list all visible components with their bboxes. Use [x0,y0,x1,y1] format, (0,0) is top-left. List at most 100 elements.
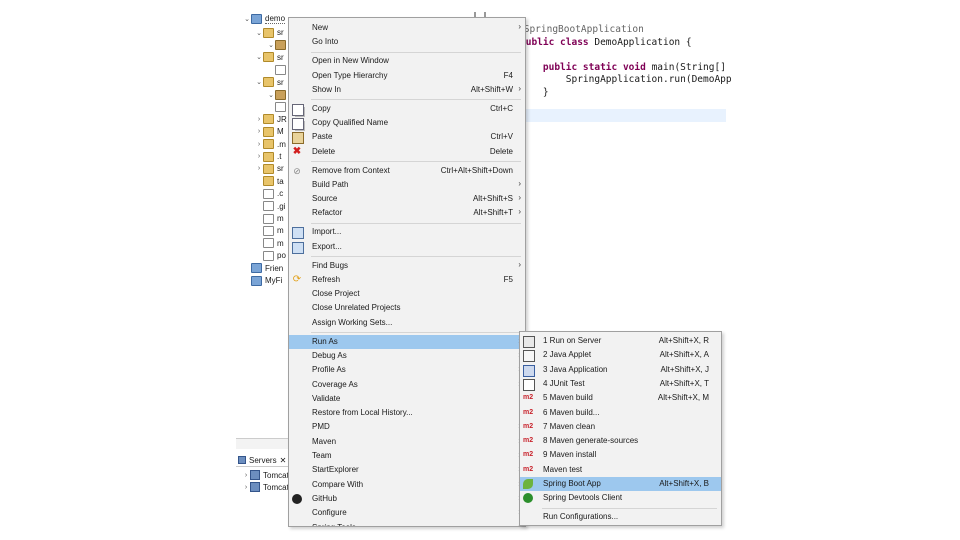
package-icon [275,39,286,50]
expand-chevron-icon[interactable]: ⌄ [255,53,263,61]
submenu-item-maven-test[interactable]: m2 Maven test [520,463,721,477]
tree-item[interactable]: › JR [255,113,287,126]
menu-item-compare-with[interactable]: Compare With› [289,478,525,492]
tree-item[interactable]: › .m [255,138,286,151]
menu-item-paste[interactable]: Paste Ctrl+V [289,130,525,145]
menu-item-build-path[interactable]: Build Path › [289,178,525,192]
submenu-item-9-maven-install[interactable]: m2 9 Maven install [520,448,721,462]
submenu-item-6-maven-build[interactable]: m2 6 Maven build... [520,406,721,420]
menu-item-refresh[interactable]: ⟳ Refresh F5 [289,273,525,287]
submenu-item-8-maven-generate-sources[interactable]: m2 8 Maven generate-sources [520,434,721,448]
expand-chevron-icon[interactable]: ⌄ [267,91,275,99]
view-divider-bar [236,438,288,449]
submenu-item-1-run-on-server[interactable]: 1 Run on Server Alt+Shift+X, R [520,334,721,348]
tree-item[interactable]: .gi [255,200,285,213]
menu-item-new[interactable]: New › [289,21,525,35]
expand-chevron-icon[interactable]: › [242,472,250,479]
menu-item-label: Spring Tools [312,522,356,527]
menu-item-remove-from-context[interactable]: ⊘ Remove from Context Ctrl+Alt+Shift+Down [289,164,525,178]
submenu-item-shortcut: Alt+Shift+X, B [659,479,709,488]
menu-item-restore-from-local-history[interactable]: Restore from Local History... [289,406,525,420]
submenu-item-3-java-application[interactable]: 3 Java Application Alt+Shift+X, J [520,363,721,377]
submenu-item-5-maven-build[interactable]: m2 5 Maven build Alt+Shift+X, M [520,391,721,405]
menu-item-maven[interactable]: Maven› [289,435,525,449]
menu-item-copy[interactable]: Copy Ctrl+C [289,102,525,116]
tree-item[interactable]: ⌄ sr [255,51,284,64]
menu-item-refactor[interactable]: Refactor Alt+Shift+T › [289,206,525,220]
expand-chevron-icon[interactable]: › [255,116,263,123]
tree-item[interactable]: ⌄ sr [255,76,284,89]
menu-item-team[interactable]: Team› [289,449,525,463]
tree-item[interactable]: ⌄ sr [255,26,284,39]
menu-item-spring-tools[interactable]: Spring Tools› [289,521,525,527]
tree-item-label: m [277,238,284,248]
menu-item-show-in[interactable]: Show In Alt+Shift+W › [289,83,525,97]
menu-item-find-bugs[interactable]: Find Bugs › [289,259,525,273]
menu-item-startexplorer[interactable]: StartExplorer› [289,463,525,477]
menu-item-close-project[interactable]: Close Project [289,287,525,301]
menu-item-debug-as[interactable]: Debug As› [289,349,525,363]
export-icon [292,241,304,254]
menu-item-source[interactable]: Source Alt+Shift+S › [289,192,525,206]
package-icon [275,89,286,100]
menu-item-go-into[interactable]: Go Into [289,35,525,49]
expand-chevron-icon[interactable]: ⌄ [255,78,263,86]
menu-item-github[interactable]: GitHub› [289,492,525,506]
close-icon[interactable]: ✕ [280,456,287,465]
menu-item-copy-qualified-name[interactable]: Copy Qualified Name [289,116,525,130]
expand-chevron-icon[interactable]: › [255,128,263,135]
submenu-item-2-java-applet[interactable]: 2 Java Applet Alt+Shift+X, A [520,348,721,363]
menu-item-run-as[interactable]: Run As› [289,334,525,349]
tree-item[interactable]: po [255,249,286,262]
submenu-item-4-junit-test[interactable]: 4 JUnit Test Alt+Shift+X, T [520,377,721,391]
menu-item-validate[interactable]: Validate [289,392,525,406]
menu-item-label: Close Unrelated Projects [312,303,401,313]
expand-chevron-icon[interactable]: › [255,141,263,148]
tree-item[interactable]: m [255,224,284,237]
servers-view-tab[interactable]: Servers ✕ [236,454,288,467]
menu-item-coverage-as[interactable]: Coverage As› [289,378,525,392]
tree-item[interactable]: .c [255,187,283,200]
tree-item[interactable]: › M [255,125,284,138]
submenu-item-run-configurations[interactable]: Run Configurations... [520,510,721,524]
tree-item[interactable] [267,100,289,113]
tree-row-project[interactable]: ⌄ demo [243,12,286,25]
expand-chevron-icon[interactable]: ⌄ [243,15,251,23]
tree-item[interactable]: MyFi [243,274,282,287]
tree-item[interactable]: ⌄ [267,88,289,101]
menu-item-configure[interactable]: Configure› [289,506,525,520]
menu-item-open-type-hierarchy[interactable]: Open Type Hierarchy F4 [289,69,525,83]
submenu-item-spring-devtools-client[interactable]: Spring Devtools Client [520,491,721,505]
tree-item[interactable] [267,63,289,76]
code-line: @SpringBootApplication [518,24,644,35]
menu-item-shortcut: F5 [503,274,513,284]
submenu-item-7-maven-clean[interactable]: m2 7 Maven clean [520,420,721,434]
expand-chevron-icon[interactable]: › [255,153,263,160]
expand-chevron-icon[interactable]: ⌄ [255,29,263,37]
code-editor[interactable]: @SpringBootApplication public class DemoA… [518,18,732,128]
tree-item[interactable]: › .t [255,150,281,163]
submenu-item-spring-boot-app[interactable]: Spring Boot App Alt+Shift+X, B [520,477,721,491]
menu-item-profile-as[interactable]: Profile As› [289,363,525,377]
expand-chevron-icon[interactable]: › [242,484,250,491]
expand-chevron-icon[interactable]: › [255,165,263,172]
tree-item[interactable]: m [255,212,284,225]
expand-chevron-icon[interactable]: ⌄ [267,41,275,49]
keyword: public static void [520,62,652,73]
menu-item-open-in-new-window[interactable]: Open in New Window [289,54,525,68]
submenu-item-label: 5 Maven build [543,393,593,403]
menu-item-assign-working-sets[interactable]: Assign Working Sets... [289,316,525,330]
tree-item[interactable]: Frien [243,262,283,275]
tree-item[interactable]: ta [255,175,284,188]
menu-item-export[interactable]: Export... [289,240,525,254]
menu-item-import[interactable]: Import... [289,225,525,240]
menu-item-label: StartExplorer [312,465,359,475]
menu-item-close-unrelated-projects[interactable]: Close Unrelated Projects [289,301,525,315]
project-icon [251,263,262,274]
folder-icon [263,139,274,150]
menu-item-pmd[interactable]: PMD› [289,420,525,434]
menu-item-delete[interactable]: ✖ Delete Delete [289,145,525,159]
tree-item[interactable]: ⌄ [267,38,289,51]
tree-item[interactable]: m [255,237,284,250]
tree-item[interactable]: › sr [255,162,284,175]
